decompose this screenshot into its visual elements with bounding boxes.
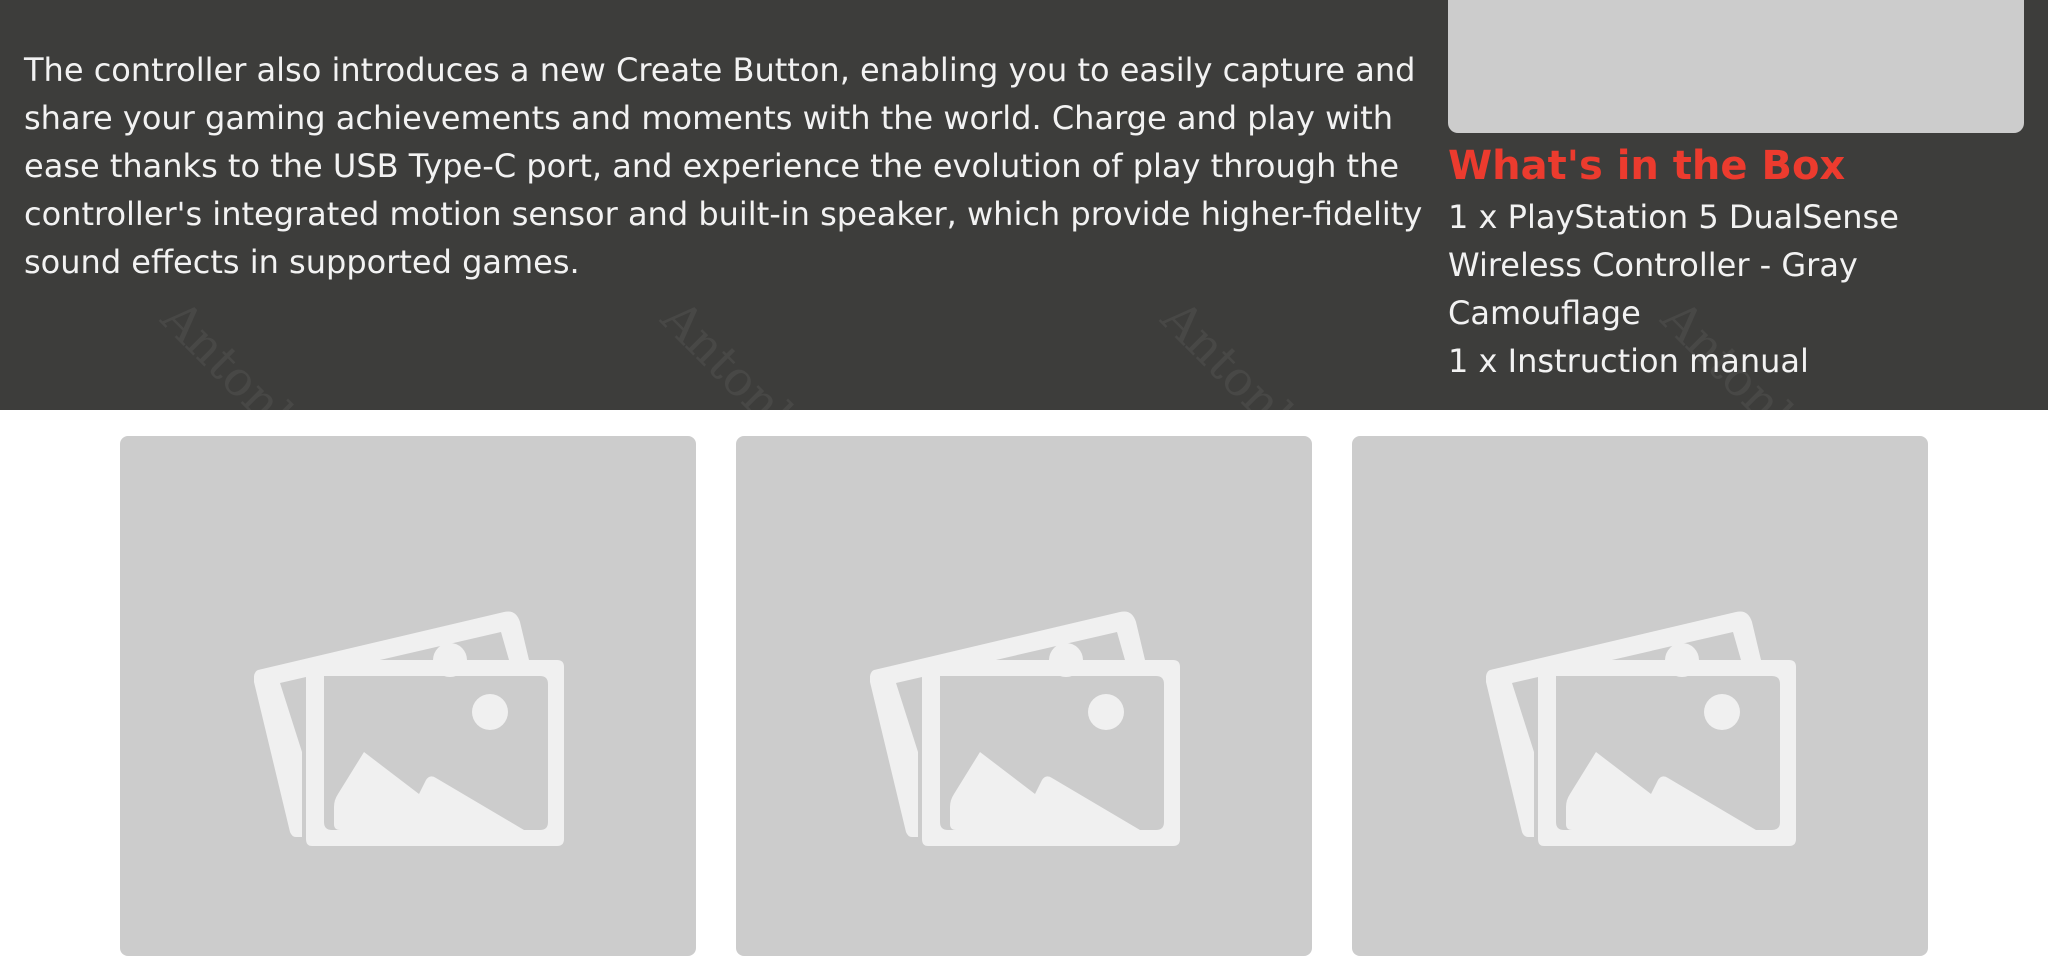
image-placeholder-icon: [870, 611, 1180, 846]
image-gallery: [120, 436, 1928, 956]
list-item: 1 x PlayStation 5 DualSense Wireless Con…: [1448, 198, 1899, 332]
product-description: The controller also introduces a new Cre…: [24, 51, 1423, 281]
watermark: Antonlin: [150, 290, 336, 410]
gallery-image-3[interactable]: [1352, 436, 1928, 956]
image-placeholder-icon: [254, 611, 564, 846]
gallery-image-2[interactable]: [736, 436, 1312, 956]
gallery-image-1[interactable]: [120, 436, 696, 956]
box-contents-list: 1 x PlayStation 5 DualSense Wireless Con…: [1448, 193, 2008, 385]
product-description-section: Antonlin Antonlin Antonlin Antonlin The …: [0, 0, 2048, 410]
box-contents-image: [1448, 0, 2024, 133]
watermark: Antonlin: [1150, 290, 1336, 410]
watermark: Antonlin: [650, 290, 836, 410]
list-item: 1 x Instruction manual: [1448, 342, 1809, 380]
image-placeholder-icon: [1486, 611, 1796, 846]
whats-in-the-box-heading: What's in the Box: [1448, 143, 1846, 189]
